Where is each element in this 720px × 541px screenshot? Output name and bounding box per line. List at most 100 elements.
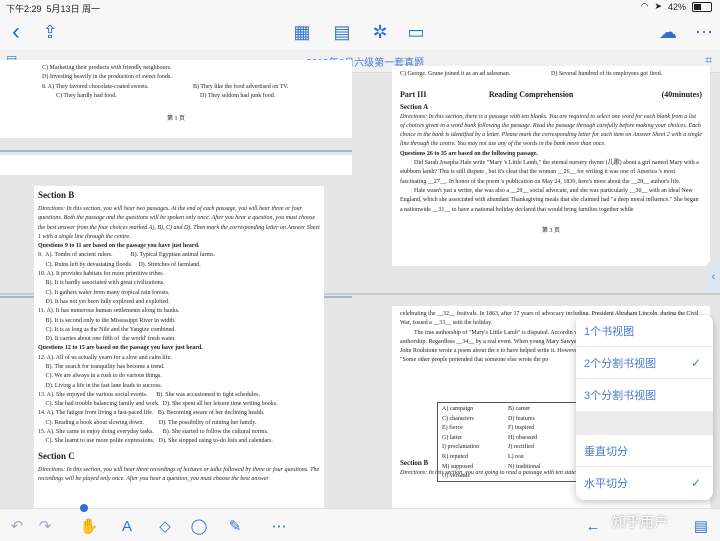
view-mode-menu: 1个书视图 2个分割书视图 ✓ 3个分割书视图 垂直切分 水平切分 ✓	[576, 315, 713, 500]
question-option: C). It is as long as the Nile and the Ya…	[38, 326, 176, 333]
question-option: C). She learnt to use more polite expres…	[38, 438, 273, 445]
menu-item-vertical-split[interactable]: 垂直切分	[576, 435, 713, 467]
redo-icon[interactable]: ↷	[34, 515, 56, 537]
question-option: B). It is hardly associated with great c…	[38, 280, 165, 287]
question-option: B). The search for tranquility has becom…	[38, 363, 165, 370]
word-bank-item: I) proclamation	[442, 444, 480, 451]
question-option: 13. A). She enjoyed the various social e…	[38, 391, 260, 398]
question-option: 9. A). Tombs of ancient rulers. B). Typi…	[38, 252, 216, 259]
tool-indicator	[80, 504, 88, 512]
section-heading: Section B	[38, 190, 75, 200]
battery-icon	[692, 1, 712, 12]
lasso-icon[interactable]: ◯	[188, 515, 210, 537]
text-line: C) George. Grune joined it as an ad sale…	[400, 71, 511, 77]
share-icon[interactable]: ⇪	[38, 20, 62, 44]
question-option: D). It has not yet been fully explored a…	[38, 298, 170, 305]
side-panel-handle[interactable]: ‹	[707, 262, 720, 292]
menu-item-single-view[interactable]: 1个书视图	[576, 315, 713, 347]
question-option: 14. A). The fatigue from living a fast-p…	[38, 410, 265, 417]
outline-icon[interactable]: ✲	[368, 20, 392, 44]
cloud-icon[interactable]: ☁	[656, 20, 680, 44]
passage-paragraph: Hale wasn't just a writer, she was also …	[400, 187, 699, 213]
location-icon: ➤	[654, 1, 662, 11]
question-option: 11. A). It has numerous human settlement…	[38, 308, 180, 315]
checkmark-icon: ✓	[690, 476, 701, 490]
question-option: 15. A). She came to enjoy doing everyday…	[38, 429, 269, 436]
word-bank-item: D) features	[508, 415, 535, 422]
page-divider	[0, 150, 352, 152]
section-heading: Reading Comprehension	[488, 90, 574, 100]
question-option: C). It gathers water from many tropical …	[38, 289, 170, 296]
top-left-page[interactable]: C) Marketing their products with friendl…	[0, 60, 352, 138]
blank-page-strip	[0, 155, 352, 175]
text-line: 8. A) They favored chocolate-coated swee…	[42, 83, 149, 90]
questions-label: Questions 9 to 11 are based on the passa…	[38, 243, 200, 250]
word-bank-item: N) traditional	[508, 463, 541, 470]
text-line: B) They like the food advertised on TV.	[193, 83, 289, 90]
menu-separator	[576, 411, 713, 435]
top-toolbar: ‹ ⇪ ▦ ▤ ✲ ▭ ☁ ⋯	[0, 14, 720, 50]
text-tool-icon[interactable]: A	[116, 515, 138, 537]
menu-item-horizontal-split[interactable]: 水平切分 ✓	[576, 467, 713, 499]
word-bank-item: F) inspired	[508, 425, 535, 432]
page-grid-icon[interactable]: ▤	[330, 20, 354, 44]
word-bank-item: O) versatile	[442, 473, 471, 480]
top-right-page[interactable]: C) George. Grune joined it as an ad sale…	[392, 66, 710, 266]
part-heading: Part III	[400, 90, 427, 100]
word-bank-item: L) rest	[508, 453, 524, 460]
question-option: C). Reading a book about slowing down. D…	[38, 419, 257, 426]
directions-text: Directions: In this section, you will he…	[38, 205, 320, 240]
word-bank-item: M) supposed	[442, 463, 474, 470]
question-option: 10. A). It provides habitats for more pr…	[38, 271, 165, 278]
text-line: C) Marketing their products with friendl…	[42, 65, 172, 71]
word-bank-item	[508, 472, 574, 482]
battery-percent: 42%	[667, 1, 686, 12]
word-bank-item: K) reputed	[442, 453, 468, 460]
word-bank-item: C) characters	[442, 415, 474, 422]
watermark: 知乎用户	[612, 514, 668, 530]
checkmark-icon: ✓	[690, 355, 701, 370]
word-bank-item: H) obsessed	[508, 434, 538, 441]
section-label: Section A	[400, 102, 429, 111]
question-option: C). We are always in a rush to do variou…	[38, 373, 162, 380]
hand-tool-icon[interactable]: ✋	[78, 515, 100, 537]
word-bank-item: B) career	[508, 406, 531, 412]
word-bank: A) campaign B) career C) characters D) feat…	[437, 402, 579, 482]
bottom-left-page[interactable]: Section B Directions: In this section, y…	[34, 186, 324, 508]
directions-text: Directions: In this section, there is a …	[400, 113, 702, 148]
text-line: D) Investing heavily in the production o…	[42, 74, 172, 81]
status-bar: 下午2:29 5月13日 周一 ◠ ➤ 42%	[0, 0, 720, 14]
question-option: C). She had trouble balancing family and…	[38, 401, 278, 408]
eraser-icon[interactable]: ◇	[154, 515, 176, 537]
word-bank-item: E) fierce	[442, 425, 463, 432]
back-button[interactable]: ‹	[4, 18, 28, 45]
text-line: C) They hardly had food.	[56, 92, 117, 99]
previous-page-icon[interactable]: ←	[582, 515, 604, 537]
more-icon[interactable]: ⋯	[692, 20, 716, 44]
question-option: C). Ruins left by devastating floods. D)…	[38, 261, 201, 268]
comment-icon[interactable]: ▤	[690, 515, 712, 537]
question-option: D). Living a life in the fast lane leads…	[38, 382, 163, 389]
undo-icon[interactable]: ↶	[6, 515, 28, 537]
question-option: D). It carries about one fifth of the wo…	[38, 336, 176, 343]
menu-item-three-split-view[interactable]: 3个分割书视图	[576, 379, 713, 411]
question-option: 12. A). All of us actually yearn for a s…	[38, 354, 172, 361]
menu-item-two-split-view[interactable]: 2个分割书视图 ✓	[576, 347, 713, 379]
wifi-icon: ◠	[640, 1, 649, 11]
directions-text: Directions: In this section, you will he…	[38, 466, 320, 482]
book-view-icon[interactable]: ▦	[290, 20, 314, 44]
tabs-icon[interactable]: ▭	[404, 20, 428, 44]
more-tools-icon[interactable]: ⋯	[268, 515, 290, 537]
questions-label: Questions 12 to 15 are based on the pass…	[38, 345, 203, 352]
word-bank-item: A) campaign	[442, 406, 474, 412]
word-bank-item: G) latter	[442, 434, 463, 441]
text-line: D) Several hundred of its employees got …	[551, 71, 663, 77]
section-heading: Section C	[38, 450, 75, 461]
time-limit: (40minutes)	[661, 90, 703, 100]
question-option: B). It is second only to the Mississippi…	[38, 317, 176, 324]
page-number: 第 1 页	[166, 116, 185, 123]
text-line: D) They seldom had junk food.	[200, 92, 276, 99]
passage-paragraph: Did Sarah Josepha Hale write "Mary 's Li…	[400, 160, 699, 185]
questions-label: Questions 26 to 35 are based on the foll…	[400, 150, 538, 157]
marker-icon[interactable]: ✎	[224, 515, 246, 537]
